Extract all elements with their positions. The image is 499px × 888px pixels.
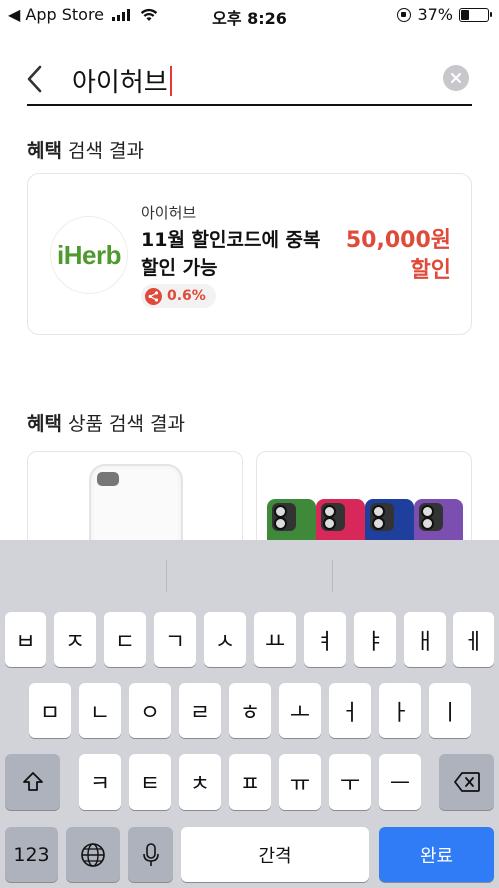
key[interactable]: ㄴ: [79, 683, 121, 738]
key[interactable]: ㅏ: [379, 683, 421, 738]
key[interactable]: ㅊ: [179, 754, 221, 810]
key[interactable]: ㅓ: [329, 683, 371, 738]
shift-key[interactable]: [5, 754, 60, 810]
battery-percent: 37%: [417, 5, 453, 24]
clear-search-button[interactable]: [443, 65, 469, 91]
suggestion-divider: [166, 560, 167, 592]
card-title: 11월 할인코드에 중복할인 가능: [141, 229, 321, 279]
product-title-bold: 혜택: [27, 413, 62, 435]
suggestion-divider: [332, 560, 333, 592]
key[interactable]: ㅔ: [453, 612, 494, 667]
share-icon: [145, 287, 162, 305]
iherb-logo-text: iHerb: [57, 239, 121, 270]
globe-icon: [81, 842, 105, 867]
key[interactable]: ㅁ: [29, 683, 71, 738]
key[interactable]: ㅣ: [429, 683, 471, 738]
share-rate-badge[interactable]: 0.6%: [141, 284, 216, 308]
microphone-icon: [142, 842, 159, 866]
key[interactable]: ㄱ: [154, 612, 196, 667]
key[interactable]: ㅅ: [204, 612, 246, 667]
key[interactable]: ㅇ: [129, 683, 171, 738]
key[interactable]: ㅋ: [79, 754, 121, 810]
key[interactable]: ㅜ: [329, 754, 371, 810]
card-brand: 아이허브: [141, 204, 197, 222]
key[interactable]: ㅕ: [304, 612, 346, 667]
text-cursor: [169, 65, 172, 96]
search-underline: [27, 104, 472, 106]
share-rate: 0.6%: [167, 288, 206, 304]
product-section-title: 혜택 상품 검색 결과: [27, 409, 185, 436]
orientation-lock-icon: [397, 7, 412, 22]
key[interactable]: ㄷ: [104, 612, 146, 667]
close-icon: [451, 73, 461, 83]
product-title-rest: 상품 검색 결과: [61, 413, 185, 435]
space-key[interactable]: 간격: [181, 827, 369, 882]
key[interactable]: ㅎ: [229, 683, 271, 738]
key[interactable]: ㅌ: [129, 754, 171, 810]
discount-amount: 50,000원: [345, 228, 451, 253]
camera-module-icon: [97, 472, 119, 486]
numbers-key[interactable]: 123: [5, 827, 58, 882]
key[interactable]: ㅠ: [279, 754, 321, 810]
key[interactable]: ㅂ: [5, 612, 46, 667]
back-arrow-icon[interactable]: [22, 62, 50, 96]
benefit-title-rest: 검색 결과: [61, 140, 144, 162]
discount-label: 할인: [410, 258, 451, 283]
search-input[interactable]: 아이허브: [72, 62, 172, 99]
shift-icon: [22, 772, 43, 791]
backspace-key[interactable]: [439, 754, 494, 810]
dictation-key[interactable]: [128, 827, 173, 882]
keyboard: ㅂ ㅈ ㄷ ㄱ ㅅ ㅛ ㅕ ㅑ ㅐ ㅔ ㅁ ㄴ ㅇ ㄹ ㅎ ㅗ ㅓ ㅏ ㅣ ㅋ …: [0, 540, 499, 888]
status-bar: ◀ App Store 오후 8:26 37%: [0, 0, 499, 30]
key[interactable]: ㅛ: [254, 612, 296, 667]
discount-info: 50,000원 할인: [346, 226, 451, 286]
key[interactable]: ㅗ: [279, 683, 321, 738]
key[interactable]: ㅍ: [229, 754, 271, 810]
key[interactable]: ㅑ: [354, 612, 396, 667]
key[interactable]: ㅡ: [379, 754, 421, 810]
benefit-section-title: 혜택 검색 결과: [27, 136, 144, 163]
search-query: 아이허브: [72, 68, 168, 98]
key[interactable]: ㅐ: [404, 612, 446, 667]
key[interactable]: ㅈ: [54, 612, 96, 667]
benefit-title-bold: 혜택: [27, 140, 62, 162]
benefit-card[interactable]: iHerb 아이허브 11월 할인코드에 중복할인 가능 0.6% 50,000…: [27, 173, 472, 335]
globe-key[interactable]: [66, 827, 120, 882]
search-bar: 아이허브: [0, 52, 499, 108]
key[interactable]: ㄹ: [179, 683, 221, 738]
done-key[interactable]: 완료: [379, 827, 494, 882]
battery-icon: [459, 7, 492, 22]
status-right: 37%: [397, 5, 492, 24]
iherb-logo: iHerb: [50, 216, 128, 294]
backspace-icon: [453, 772, 480, 792]
